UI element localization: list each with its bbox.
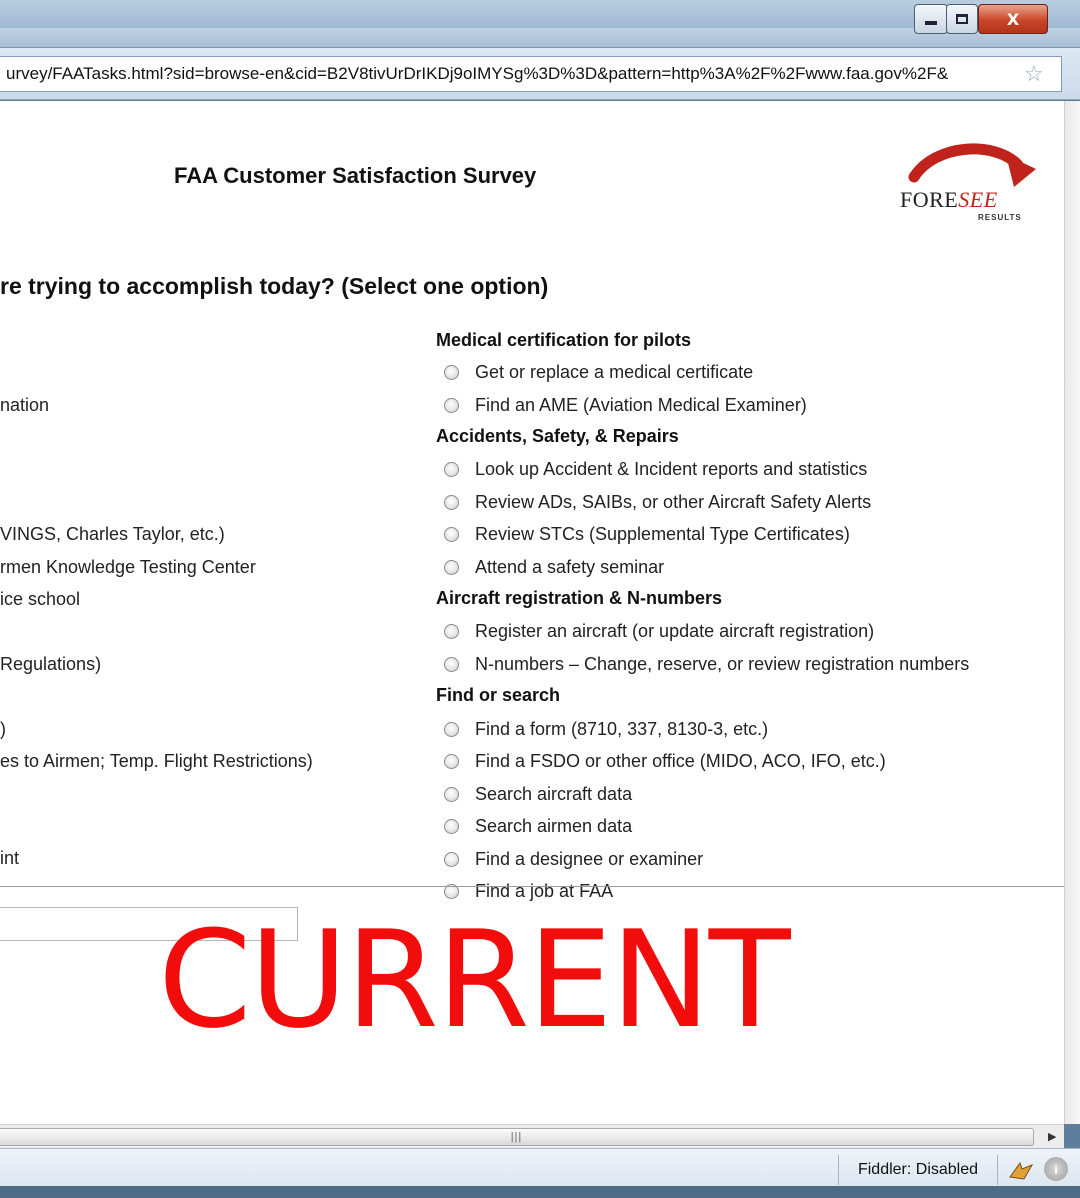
option-radio-row[interactable]: Search aircraft data <box>444 784 632 805</box>
radio-button[interactable] <box>444 398 459 413</box>
category-find-search: Find or search <box>436 685 561 705</box>
scroll-right-arrow-icon[interactable]: ▶ <box>1048 1130 1056 1143</box>
option-radio-row[interactable]: Find an AME (Aviation Medical Examiner) <box>444 395 807 416</box>
option-radio-row[interactable]: Review ADs, SAIBs, or other Aircraft Saf… <box>444 492 871 513</box>
minimize-button[interactable] <box>914 4 948 34</box>
option-label[interactable]: Attend a safety seminar <box>475 557 664 578</box>
page-title: FAA Customer Satisfaction Survey <box>174 163 537 188</box>
radio-button[interactable] <box>444 787 459 802</box>
left-option-label[interactable]: nation <box>0 395 49 416</box>
url-text[interactable]: urvey/FAATasks.html?sid=browse-en&cid=B2… <box>0 64 1020 84</box>
maximize-button[interactable] <box>946 4 978 34</box>
survey-page: FAA Customer Satisfaction Survey FORESEE… <box>0 101 1064 1124</box>
option-radio-row[interactable]: Find a FSDO or other office (MIDO, ACO, … <box>444 751 886 772</box>
left-option-label[interactable]: rmen Knowledge Testing Center <box>0 557 256 578</box>
option-label[interactable]: Look up Accident & Incident reports and … <box>475 459 867 480</box>
scroll-grip-icon: ||| <box>510 1131 523 1143</box>
option-radio-row[interactable]: Review STCs (Supplemental Type Certifica… <box>444 524 850 545</box>
option-label[interactable]: Search airmen data <box>475 816 632 837</box>
option-label[interactable]: Review ADs, SAIBs, or other Aircraft Saf… <box>475 492 871 513</box>
logo-fore: FORE <box>900 187 959 212</box>
option-label[interactable]: Get or replace a medical certificate <box>475 362 753 383</box>
logo-see: SEE <box>958 187 998 212</box>
radio-button[interactable] <box>444 624 459 639</box>
radio-button[interactable] <box>444 852 459 867</box>
option-label[interactable]: Find an AME (Aviation Medical Examiner) <box>475 395 807 416</box>
minimize-icon <box>925 21 937 25</box>
radio-button[interactable] <box>444 462 459 477</box>
logo-tagline: RESULTS <box>978 213 1022 222</box>
option-label[interactable]: Search aircraft data <box>475 784 632 805</box>
radio-button[interactable] <box>444 754 459 769</box>
left-option-label[interactable]: Regulations) <box>0 654 101 675</box>
option-label[interactable]: Find a form (8710, 337, 8130-3, etc.) <box>475 719 768 740</box>
left-option-label[interactable]: VINGS, Charles Taylor, etc.) <box>0 524 225 545</box>
left-option-label[interactable]: es to Airmen; Temp. Flight Restrictions) <box>0 751 313 772</box>
radio-button[interactable] <box>444 527 459 542</box>
protected-mode-icon[interactable]: i <box>1044 1157 1068 1181</box>
category-accidents-safety: Accidents, Safety, & Repairs <box>436 426 679 446</box>
taskbar-edge <box>0 1186 1080 1198</box>
close-button[interactable]: X <box>978 4 1048 34</box>
option-radio-row[interactable]: Attend a safety seminar <box>444 557 664 578</box>
category-aircraft-registration: Aircraft registration & N-numbers <box>436 588 723 608</box>
radio-button[interactable] <box>444 560 459 575</box>
foresee-logo-arrow-icon <box>908 143 1036 187</box>
option-label[interactable]: Find a designee or examiner <box>475 849 703 870</box>
radio-button[interactable] <box>444 722 459 737</box>
option-radio-row[interactable]: Find a designee or examiner <box>444 849 703 870</box>
horizontal-scroll-thumb[interactable]: ||| <box>0 1128 1034 1146</box>
address-bar[interactable]: urvey/FAATasks.html?sid=browse-en&cid=B2… <box>0 56 1062 92</box>
address-bar-row: urvey/FAATasks.html?sid=browse-en&cid=B2… <box>0 48 1080 100</box>
option-label[interactable]: Find a FSDO or other office (MIDO, ACO, … <box>475 751 886 772</box>
foresee-logo: FORESEE <box>900 187 998 213</box>
fiddler-icon[interactable] <box>1008 1159 1034 1181</box>
option-radio-row[interactable]: Register an aircraft (or update aircraft… <box>444 621 874 642</box>
left-option-label[interactable]: int <box>0 848 19 869</box>
radio-button[interactable] <box>444 365 459 380</box>
option-radio-row[interactable]: N-numbers – Change, reserve, or review r… <box>444 654 969 675</box>
option-label[interactable]: Review STCs (Supplemental Type Certifica… <box>475 524 850 545</box>
horizontal-scrollbar[interactable]: ||| ▶ <box>0 1124 1064 1148</box>
option-radio-row[interactable]: Get or replace a medical certificate <box>444 362 753 383</box>
window-titlebar: X <box>0 0 1080 48</box>
option-label[interactable]: Register an aircraft (or update aircraft… <box>475 621 874 642</box>
close-icon: X <box>1006 9 1020 29</box>
current-stamp-overlay: CURRENT <box>158 902 791 1058</box>
radio-button[interactable] <box>444 819 459 834</box>
radio-button[interactable] <box>444 495 459 510</box>
radio-button[interactable] <box>444 657 459 672</box>
option-radio-row[interactable]: Find a form (8710, 337, 8130-3, etc.) <box>444 719 768 740</box>
option-label[interactable]: N-numbers – Change, reserve, or review r… <box>475 654 969 675</box>
left-option-label[interactable]: ice school <box>0 589 80 610</box>
left-option-label[interactable]: ) <box>0 719 6 740</box>
option-radio-row[interactable]: Look up Accident & Incident reports and … <box>444 459 867 480</box>
option-radio-row[interactable]: Search airmen data <box>444 816 632 837</box>
vertical-scrollbar[interactable] <box>1064 101 1080 1124</box>
category-medical: Medical certification for pilots <box>436 330 692 350</box>
maximize-icon <box>956 14 968 24</box>
favorite-star-icon[interactable]: ☆ <box>1024 61 1044 87</box>
fiddler-status[interactable]: Fiddler: Disabled <box>838 1155 998 1185</box>
survey-question: re trying to accomplish today? (Select o… <box>0 273 549 299</box>
